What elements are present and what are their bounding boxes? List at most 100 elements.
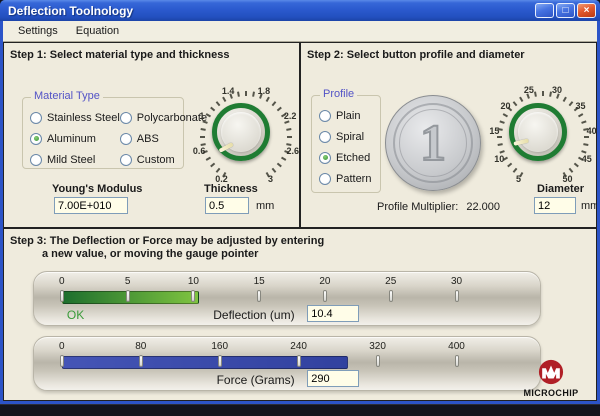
- gauge-tick: 25: [374, 276, 408, 302]
- profile-caption: Profile: [320, 88, 357, 100]
- diameter-label: Diameter: [537, 183, 584, 195]
- radio-button-icon: [319, 131, 331, 143]
- radio-button-icon: [120, 133, 132, 145]
- profile-multiplier: Profile Multiplier: 22.000: [377, 201, 500, 213]
- menu-settings[interactable]: Settings: [9, 23, 67, 39]
- knob-tick-mark: [286, 128, 291, 131]
- deflection-bottom-row: OK Deflection (um): [34, 305, 540, 325]
- radio-plain[interactable]: Plain: [319, 105, 371, 126]
- deflection-gauge: 051015202530 OK Deflection (um): [33, 271, 541, 326]
- radio-mild-steel[interactable]: Mild Steel: [30, 149, 120, 170]
- title-bar[interactable]: Deflection Toolnology _ □ ×: [0, 0, 600, 21]
- knob-face: [518, 112, 558, 152]
- knob-tick-mark: [581, 120, 586, 124]
- diameter-input[interactable]: [534, 197, 576, 214]
- gauge-tick: 15: [242, 276, 276, 302]
- gauge-tick-mark: [389, 290, 393, 302]
- radio-spiral[interactable]: Spiral: [319, 126, 371, 147]
- menu-bar: Settings Equation: [3, 21, 597, 42]
- radio-button-icon: [319, 152, 331, 164]
- gauge-tick-label: 25: [374, 276, 408, 288]
- gauge-tick-label: 320: [361, 341, 395, 353]
- radio-label: Aluminum: [47, 133, 96, 145]
- knob-scale-label: 40: [587, 126, 597, 136]
- youngs-modulus-label: Young's Modulus: [52, 183, 142, 195]
- gauge-tick-mark: [60, 290, 64, 302]
- radio-label: Stainless Steel: [47, 112, 120, 124]
- knob-tick-mark: [277, 107, 282, 112]
- radio-button-icon: [30, 154, 42, 166]
- material-type-groupbox: Material Type Stainless SteelAluminumMil…: [22, 97, 184, 169]
- knob-scale-label: 5: [516, 174, 521, 184]
- radio-label: Pattern: [336, 173, 371, 185]
- radio-label: Etched: [336, 152, 370, 164]
- force-input[interactable]: [307, 370, 359, 387]
- knob-tick-mark: [210, 107, 215, 112]
- knob-tick-mark: [200, 136, 205, 138]
- gauge-tick-label: 20: [308, 276, 342, 288]
- knob-tick-mark: [266, 97, 270, 102]
- youngs-modulus-input[interactable]: [54, 197, 128, 214]
- gauge-tick-mark: [323, 290, 327, 302]
- gauge-tick-mark: [191, 290, 195, 302]
- profile-multiplier-label: Profile Multiplier:: [377, 201, 458, 213]
- knob-tick-mark: [201, 128, 206, 131]
- thickness-input[interactable]: [205, 197, 249, 214]
- gauge-tick-mark: [455, 355, 459, 367]
- knob-scale-label: 30: [552, 85, 562, 95]
- client-area: Settings Equation Step 1: Select materia…: [3, 21, 597, 401]
- knob-tick-mark: [513, 168, 518, 173]
- knob-scale-label: 35: [576, 101, 586, 111]
- knob-body[interactable]: [509, 103, 567, 161]
- step2-panel: Step 2: Select button profile and diamet…: [300, 42, 597, 228]
- knob-tick-mark: [513, 101, 518, 106]
- radio-label: Plain: [336, 110, 360, 122]
- radio-pattern[interactable]: Pattern: [319, 168, 371, 189]
- radio-label: Mild Steel: [47, 154, 95, 166]
- maximize-button[interactable]: □: [556, 3, 575, 18]
- diameter-knob[interactable]: 5101520253035404550: [489, 83, 597, 191]
- deflection-input[interactable]: [307, 305, 359, 322]
- thickness-unit: mm: [256, 200, 274, 212]
- knob-scale-label: 0.6: [193, 146, 206, 156]
- minimize-icon: _: [542, 9, 548, 19]
- maximize-icon: □: [562, 6, 568, 16]
- step3-panel: Step 3: The Deflection or Force may be a…: [3, 228, 597, 401]
- gauge-tick: 400: [440, 341, 474, 367]
- knob-scale-label: 1.8: [258, 86, 271, 96]
- window-title: Deflection Toolnology: [8, 4, 535, 18]
- profile-options: Plain Spiral Etched Pattern: [312, 96, 380, 189]
- gauge-tick-label: 30: [440, 276, 474, 288]
- deflection-label: Deflection (um): [213, 308, 294, 322]
- knob-tick-mark: [216, 168, 221, 173]
- profile-multiplier-value: 22.000: [466, 201, 500, 213]
- gauge-tick-label: 240: [282, 341, 316, 353]
- gauge-tick-label: 15: [242, 276, 276, 288]
- step3-header-line2: a new value, or moving the gauge pointer: [42, 248, 258, 260]
- gauge-tick-label: 0: [45, 341, 79, 353]
- deflection-scale: 051015202530: [34, 276, 540, 305]
- radio-label: Spiral: [336, 131, 364, 143]
- radio-aluminum[interactable]: Aluminum: [30, 128, 120, 149]
- knob-tick-mark: [277, 163, 282, 168]
- menu-equation[interactable]: Equation: [67, 23, 128, 39]
- knob-scale-label: 3: [268, 174, 273, 184]
- button-preview-image: 1: [385, 95, 481, 191]
- thickness-knob[interactable]: 0.20.611.41.82.22.63: [192, 83, 300, 191]
- radio-stainless-steel[interactable]: Stainless Steel: [30, 107, 120, 128]
- close-button[interactable]: ×: [577, 3, 596, 18]
- minimize-button[interactable]: _: [535, 3, 554, 18]
- radio-button-icon: [319, 173, 331, 185]
- gauge-tick-mark: [376, 355, 380, 367]
- knob-tick-mark: [563, 97, 567, 102]
- step1-header: Step 1: Select material type and thickne…: [10, 49, 229, 61]
- material-type-options: Stainless SteelAluminumMild SteelPolycar…: [23, 98, 183, 170]
- radio-button-icon: [120, 154, 132, 166]
- radio-etched[interactable]: Etched: [319, 147, 371, 168]
- knob-face: [221, 112, 261, 152]
- step2-header: Step 2: Select button profile and diamet…: [307, 49, 525, 61]
- radio-button-icon: [30, 112, 42, 124]
- gauge-tick-label: 0: [45, 276, 79, 288]
- knob-body[interactable]: [212, 103, 270, 161]
- knob-scale-label: 1.4: [222, 86, 235, 96]
